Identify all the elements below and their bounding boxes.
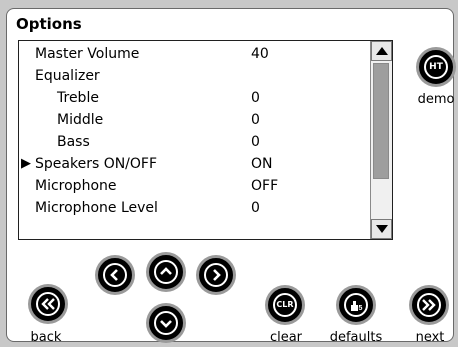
chevron-left-icon xyxy=(110,269,118,281)
next-label: next xyxy=(415,330,445,345)
scroll-up-button[interactable] xyxy=(371,41,392,61)
left-button[interactable] xyxy=(98,258,132,292)
chevron-down-icon xyxy=(160,320,172,328)
clear-label: clear xyxy=(269,330,303,345)
scrollbar-thumb[interactable] xyxy=(373,63,389,179)
defaults-button[interactable]: 5 xyxy=(339,288,373,322)
clear-button[interactable]: CLR xyxy=(268,288,302,322)
list-item[interactable]: ▶ Speakers ON/OFF ON xyxy=(19,153,367,175)
list-item-value: 40 xyxy=(251,46,269,62)
down-button[interactable] xyxy=(149,306,183,340)
list-item-label: Microphone xyxy=(35,178,117,194)
clr-icon: CLR xyxy=(276,300,294,309)
list-item-value: ON xyxy=(251,156,273,172)
selection-marker-icon: ▶ xyxy=(21,156,31,171)
list-item-value: 0 xyxy=(251,134,260,150)
defaults-label: defaults xyxy=(329,330,383,345)
list-item-label: Middle xyxy=(57,112,104,128)
list-item-value: 0 xyxy=(251,90,260,106)
list-item[interactable]: Master Volume 40 xyxy=(19,43,367,65)
arrow-down-icon xyxy=(376,225,388,233)
arrow-up-icon xyxy=(376,47,388,55)
demo-button[interactable]: HT xyxy=(419,50,453,84)
list-item-label: Speakers ON/OFF xyxy=(35,156,158,172)
double-chevron-left-icon xyxy=(41,298,55,310)
list-item[interactable]: Bass 0 xyxy=(19,131,367,153)
ht-icon: HT xyxy=(429,61,443,72)
list-item[interactable]: Middle 0 xyxy=(19,109,367,131)
defaults-icon: 5 xyxy=(351,301,363,312)
list-item[interactable]: Microphone OFF xyxy=(19,175,367,197)
double-chevron-right-icon xyxy=(422,299,436,311)
list-item[interactable]: Microphone Level 0 xyxy=(19,197,367,219)
list-item[interactable]: Equalizer xyxy=(19,65,367,87)
list-item[interactable]: Treble 0 xyxy=(19,87,367,109)
list-item-value: 0 xyxy=(251,112,260,128)
scroll-down-button[interactable] xyxy=(371,219,392,239)
demo-label: demo xyxy=(417,92,455,107)
next-button[interactable] xyxy=(412,288,446,322)
svg-text:5: 5 xyxy=(359,305,363,312)
options-list[interactable]: Master Volume 40 Equalizer Treble 0 Middle 0 Ba… xyxy=(18,40,393,240)
chevron-right-icon xyxy=(213,269,221,281)
right-button[interactable] xyxy=(199,258,233,292)
scrollbar[interactable] xyxy=(370,41,392,239)
list-item-label: Equalizer xyxy=(35,68,100,84)
chevron-up-icon xyxy=(160,267,172,275)
up-button[interactable] xyxy=(149,255,183,289)
list-item-label: Bass xyxy=(57,134,90,150)
list-item-value: OFF xyxy=(251,178,279,194)
page-title: Options xyxy=(16,15,82,33)
list-item-label: Microphone Level xyxy=(35,200,158,216)
list-item-value: 0 xyxy=(251,200,260,216)
back-label: back xyxy=(30,330,62,345)
back-button[interactable] xyxy=(31,287,65,321)
list-item-label: Treble xyxy=(57,90,99,106)
list-item-label: Master Volume xyxy=(35,46,140,62)
